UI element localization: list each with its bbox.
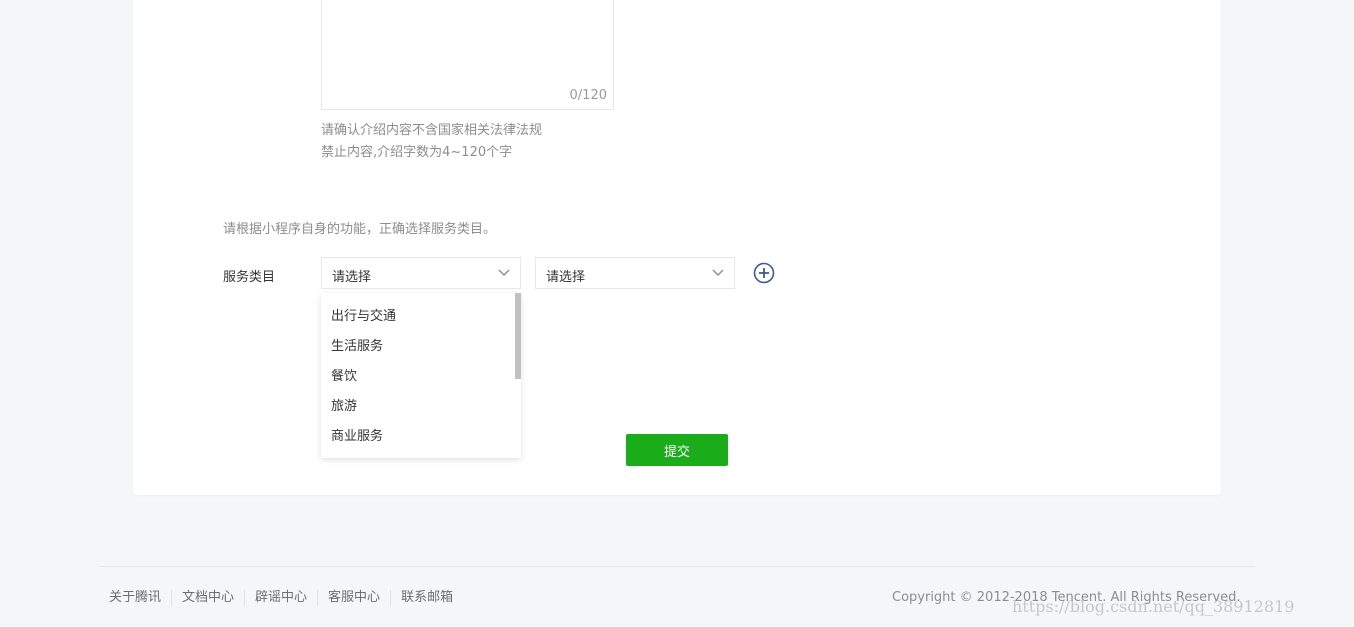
page: 0/120 请确认介绍内容不含国家相关法律法规 禁止内容,介绍字数为4~120个… bbox=[0, 0, 1354, 627]
intro-hint-line1: 请确认介绍内容不含国家相关法律法规 bbox=[321, 123, 543, 138]
category-dropdown-list[interactable]: 出行与交通 生活服务 餐饮 旅游 商业服务 bbox=[321, 293, 521, 458]
select-value: 请选择 bbox=[332, 270, 372, 285]
select-value: 请选择 bbox=[546, 270, 586, 285]
service-category-tip: 请根据小程序自身的功能，正确选择服务类目。 bbox=[223, 222, 497, 237]
form-card bbox=[133, 0, 1221, 495]
footer-link-about[interactable]: 关于腾讯 bbox=[99, 590, 171, 606]
footer-link-docs[interactable]: 文档中心 bbox=[171, 590, 244, 606]
char-counter: 0/120 bbox=[569, 88, 607, 103]
footer-links: 关于腾讯 文档中心 辟谣中心 客服中心 联系邮箱 bbox=[99, 590, 463, 606]
chevron-down-icon bbox=[712, 269, 724, 276]
footer-link-rumor[interactable]: 辟谣中心 bbox=[244, 590, 317, 606]
watermark: https://blog.csdn.net/qq_38912819 bbox=[1012, 597, 1295, 616]
intro-textarea[interactable]: 0/120 bbox=[321, 0, 614, 110]
add-category-plus-icon[interactable] bbox=[753, 262, 775, 284]
submit-button[interactable]: 提交 bbox=[626, 434, 728, 466]
category-select-secondary[interactable]: 请选择 bbox=[535, 257, 735, 289]
dropdown-option[interactable]: 餐饮 bbox=[331, 365, 357, 384]
service-category-label: 服务类目 bbox=[223, 270, 276, 285]
dropdown-scrollbar[interactable] bbox=[515, 293, 521, 379]
footer-divider bbox=[99, 566, 1255, 567]
footer-link-support[interactable]: 客服中心 bbox=[317, 590, 390, 606]
dropdown-option[interactable]: 生活服务 bbox=[331, 335, 383, 354]
dropdown-option[interactable]: 出行与交通 bbox=[331, 305, 396, 324]
dropdown-option[interactable]: 商业服务 bbox=[331, 425, 383, 444]
dropdown-option[interactable]: 旅游 bbox=[331, 395, 357, 414]
intro-hint-line2: 禁止内容,介绍字数为4~120个字 bbox=[321, 145, 513, 160]
category-select-primary[interactable]: 请选择 bbox=[321, 257, 521, 289]
chevron-down-icon bbox=[498, 269, 510, 276]
footer-link-email[interactable]: 联系邮箱 bbox=[390, 590, 463, 606]
